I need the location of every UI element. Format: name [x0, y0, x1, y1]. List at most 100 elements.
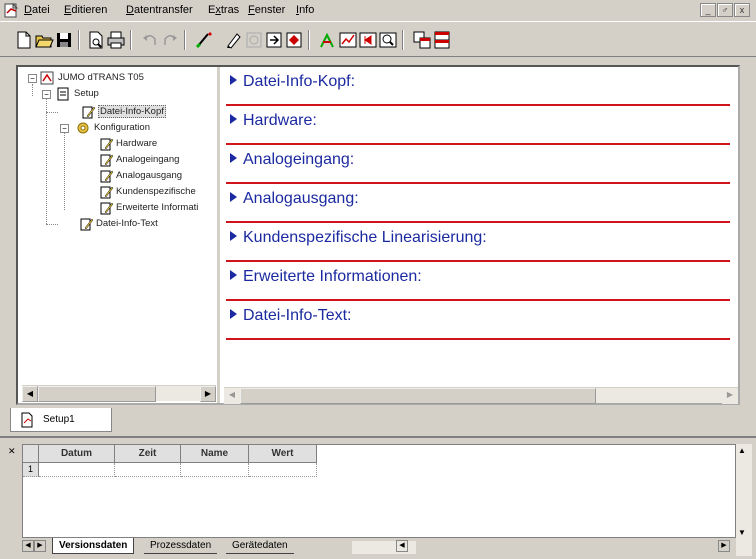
- app-icon[interactable]: [4, 3, 20, 18]
- restore-button[interactable]: ♂: [717, 3, 733, 17]
- chart-icon[interactable]: [338, 30, 358, 50]
- sheet-tabs: ◀ ▶ Versionsdaten Prozessdaten Gerätedat…: [22, 538, 736, 556]
- first-sheet-button[interactable]: ◀: [22, 540, 34, 552]
- tree-item-label: Erweiterte Informati: [116, 202, 199, 213]
- tree-item-label: Hardware: [116, 138, 158, 149]
- tree-item-setup[interactable]: Setup: [74, 87, 99, 101]
- panel-close-icon[interactable]: ✕: [8, 446, 18, 468]
- grid-cell[interactable]: [181, 463, 249, 477]
- tree-item-label: Setup: [74, 88, 99, 99]
- section-datei-info-kopf[interactable]: Datei-Info-Kopf:: [226, 67, 730, 106]
- download-icon[interactable]: [264, 30, 284, 50]
- tree-item-label: Datei-Info-Kopf: [98, 105, 166, 118]
- section-datei-info-text[interactable]: Datei-Info-Text:: [226, 301, 730, 340]
- new-file-icon[interactable]: [14, 30, 34, 50]
- tree-item-label: Kundenspezifische: [116, 186, 196, 197]
- print-preview-icon[interactable]: [86, 30, 106, 50]
- sheet-tab-geraetedaten[interactable]: Gerätedaten: [226, 538, 294, 554]
- tree-line: [46, 224, 58, 225]
- content-horizontal-scrollbar[interactable]: ◀ ▶: [224, 387, 738, 404]
- tree-item-datei-info-kopf[interactable]: Datei-Info-Kopf: [98, 105, 166, 119]
- tree-item-label: Konfiguration: [94, 122, 150, 133]
- section-title: Datei-Info-Kopf:: [230, 73, 355, 91]
- triangle-right-icon: [230, 153, 237, 163]
- collapse-toggle[interactable]: −: [28, 74, 37, 83]
- tree-item-analogausgang[interactable]: Analogausgang: [116, 169, 182, 183]
- column-header-zeit[interactable]: Zeit: [115, 445, 181, 463]
- upload-icon[interactable]: [284, 30, 304, 50]
- print-icon[interactable]: [106, 30, 126, 50]
- tree-item-label: Analogausgang: [116, 170, 183, 181]
- tree-item-root[interactable]: JUMO dTRANS T05: [58, 71, 144, 85]
- triangle-right-icon: [230, 75, 237, 85]
- menu-info[interactable]: Info: [296, 4, 314, 16]
- scroll-right-button[interactable]: ▶: [718, 540, 730, 552]
- section-kundenspezifische[interactable]: Kundenspezifische Linearisierung:: [226, 223, 730, 262]
- tree-item-konfiguration[interactable]: Konfiguration: [94, 121, 150, 135]
- scroll-left-button[interactable]: ◀: [224, 388, 240, 404]
- row-header[interactable]: 1: [23, 463, 39, 477]
- grid-cell[interactable]: [115, 463, 181, 477]
- disabled-icon[interactable]: [244, 30, 264, 50]
- scrollbar-thumb[interactable]: [240, 388, 596, 404]
- sheet-tab-versionsdaten[interactable]: Versionsdaten: [52, 538, 135, 554]
- scroll-up-icon[interactable]: ▲: [738, 446, 746, 455]
- tree-item-hardware[interactable]: Hardware: [116, 137, 157, 151]
- tree-item-datei-info-text[interactable]: Datei-Info-Text: [96, 217, 158, 231]
- scroll-left-button[interactable]: ◀: [396, 540, 408, 552]
- zoom-icon[interactable]: [378, 30, 398, 50]
- grid-cell[interactable]: [39, 463, 115, 477]
- column-header-wert[interactable]: Wert: [249, 445, 317, 463]
- menu-datentransfer[interactable]: Datentransfer: [126, 4, 193, 16]
- window-tile-icon[interactable]: [412, 30, 432, 50]
- section-analogeingang[interactable]: Analogeingang:: [226, 145, 730, 184]
- open-folder-icon[interactable]: [34, 30, 54, 50]
- grid-cell[interactable]: [249, 463, 317, 477]
- tree-item-label: JUMO dTRANS T05: [58, 72, 144, 83]
- menu-editieren[interactable]: Editieren: [64, 4, 107, 16]
- close-button[interactable]: x: [734, 3, 750, 17]
- column-header-datum[interactable]: Datum: [39, 445, 115, 463]
- minimize-button[interactable]: _: [700, 3, 716, 17]
- toolbar: [0, 23, 756, 57]
- triangle-right-icon: [230, 270, 237, 280]
- tree-item-label: Datei-Info-Text: [96, 218, 158, 229]
- collapse-toggle[interactable]: −: [60, 124, 69, 133]
- tree-horizontal-scrollbar[interactable]: ◀ ▶: [22, 385, 216, 402]
- section-analogausgang[interactable]: Analogausgang:: [226, 184, 730, 223]
- tree-item-kundenspezifische[interactable]: Kundenspezifische: [116, 185, 196, 199]
- scroll-left-button[interactable]: ◀: [22, 386, 38, 402]
- tree-line: [64, 130, 65, 210]
- save-icon[interactable]: [54, 30, 74, 50]
- undo-icon[interactable]: [140, 30, 160, 50]
- collapse-toggle[interactable]: −: [42, 90, 51, 99]
- section-title: Kundenspezifische Linearisierung:: [230, 229, 487, 247]
- measure-icon[interactable]: [318, 30, 338, 50]
- column-header-name[interactable]: Name: [181, 445, 249, 463]
- scrollbar-thumb[interactable]: [38, 386, 156, 402]
- tree-item-analogeingang[interactable]: Analogeingang: [116, 153, 179, 167]
- next-sheet-button[interactable]: ▶: [34, 540, 46, 552]
- section-title: Analogeingang:: [230, 151, 354, 169]
- section-hardware[interactable]: Hardware:: [226, 106, 730, 145]
- menu-extras[interactable]: Extras: [208, 4, 239, 16]
- tab-setup1[interactable]: Setup1: [10, 408, 112, 432]
- transfer-icon[interactable]: [194, 30, 214, 50]
- tree-item-erweiterte[interactable]: Erweiterte Informati: [116, 201, 198, 215]
- menu-datei[interactable]: Datei: [24, 4, 50, 16]
- menu-bar: Datei Editieren Datentransfer Extras Fen…: [0, 0, 756, 22]
- edit-icon[interactable]: [224, 30, 244, 50]
- scroll-down-icon[interactable]: ▼: [738, 528, 746, 537]
- redo-icon[interactable]: [160, 30, 180, 50]
- sheet-tab-prozessdaten[interactable]: Prozessdaten: [144, 538, 218, 554]
- device-icon: [40, 71, 54, 85]
- record-icon[interactable]: [358, 30, 378, 50]
- window-cascade-icon[interactable]: [432, 30, 452, 50]
- tree-line: [46, 98, 47, 224]
- scroll-right-button[interactable]: ▶: [722, 388, 738, 404]
- scroll-right-button[interactable]: ▶: [200, 386, 216, 402]
- grid-vertical-scrollbar[interactable]: ▲ ▼: [736, 444, 752, 556]
- section-erweiterte[interactable]: Erweiterte Informationen:: [226, 262, 730, 301]
- info-content-pane: Datei-Info-Kopf: Hardware: Analogeingang…: [224, 67, 738, 387]
- menu-fenster[interactable]: Fenster: [248, 4, 285, 16]
